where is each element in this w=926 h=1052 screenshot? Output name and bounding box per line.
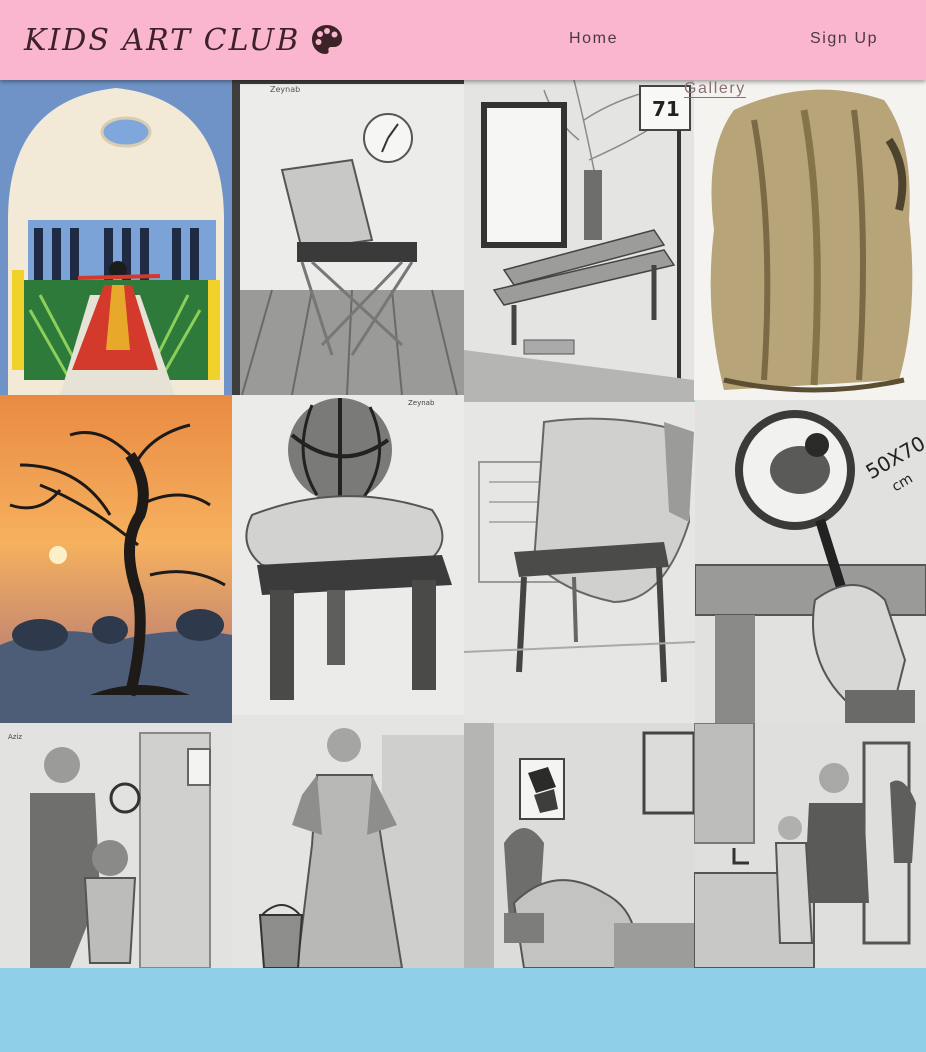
artwork-tile[interactable] <box>464 402 695 723</box>
artwork-room-interior-sketch <box>464 723 694 968</box>
artwork-woman-bucket-sketch <box>232 715 464 968</box>
svg-text:Aziz: Aziz <box>8 733 22 741</box>
artwork-tile[interactable] <box>464 723 694 968</box>
artwork-draped-chair-sketch <box>464 402 695 723</box>
nav-signup-link[interactable]: Sign Up <box>810 30 878 48</box>
artwork-tile[interactable] <box>0 395 232 723</box>
artwork-tile[interactable] <box>0 80 232 395</box>
nav-gallery-link[interactable]: Gallery <box>684 80 926 968</box>
main-nav: Home Gallery Sign Up <box>0 0 926 97</box>
sign-number-text: 71 <box>652 97 680 121</box>
artwork-chair-sketch: Zeynab <box>232 80 464 395</box>
artwork-bench-sketch: 71 <box>464 80 694 402</box>
artwork-tile[interactable]: Zeynab <box>232 80 464 395</box>
header-navbar: KIDS ART CLUB Home Gallery Sign Up <box>0 0 926 97</box>
artwork-sunset-tree-painting <box>0 395 232 723</box>
artwork-courtyard-painting <box>0 80 232 395</box>
artwork-tile[interactable]: Zeynab <box>232 395 464 715</box>
artwork-tile[interactable]: 71 <box>464 80 694 402</box>
page-bottom-strip <box>0 1047 926 1052</box>
artwork-tile[interactable]: Aziz <box>0 723 232 968</box>
artwork-basketball-sketch: Zeynab <box>232 395 464 715</box>
svg-text:Zeynab: Zeynab <box>270 85 300 94</box>
nav-home-link[interactable]: Home <box>569 30 618 48</box>
svg-text:Zeynab: Zeynab <box>408 399 435 407</box>
artwork-tile[interactable] <box>232 715 464 968</box>
artwork-family-doorway-sketch: Aziz <box>0 723 232 968</box>
